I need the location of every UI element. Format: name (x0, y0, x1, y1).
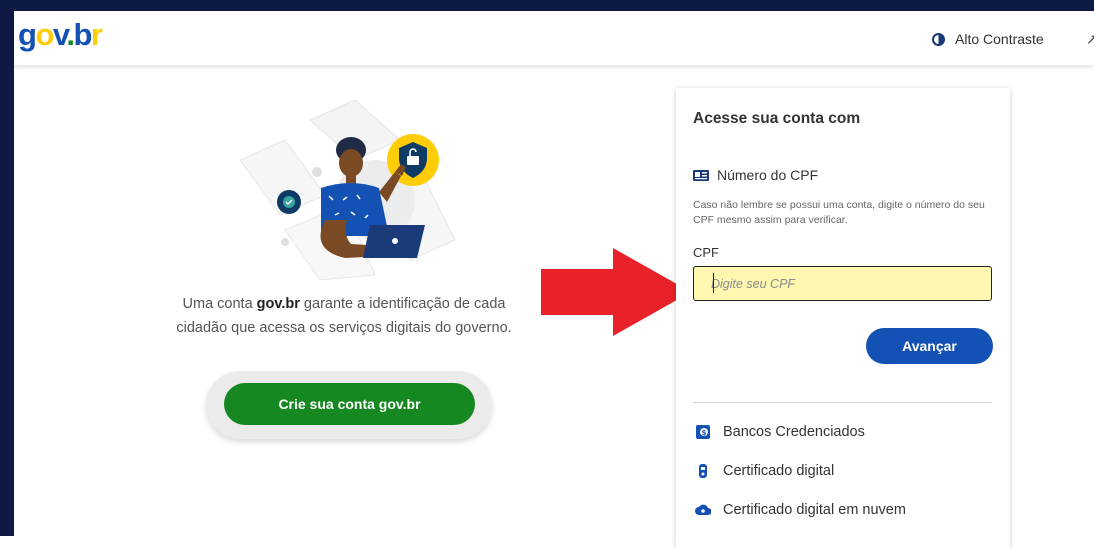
svg-text:$: $ (702, 429, 707, 437)
id-card-icon (693, 169, 709, 181)
contrast-icon (932, 32, 945, 46)
intro-text: Uma conta gov.br garante a identificação… (166, 292, 522, 340)
intro-brand: gov.br (256, 296, 300, 312)
usb-token-icon (695, 463, 711, 479)
cpf-option-label: Número do CPF (717, 167, 819, 183)
screen-border-left (0, 0, 14, 536)
bank-login-option[interactable]: $ Bancos Credenciados (695, 424, 865, 440)
govbr-logo[interactable]: gov.br (18, 19, 103, 50)
top-header: gov.br Alto Contraste ↗ (14, 11, 1094, 65)
login-panel: Acesse sua conta com Número do CPF Caso … (676, 88, 1010, 548)
panel-divider (693, 402, 992, 403)
cloud-certificate-option[interactable]: Certificado digital em nuvem (695, 502, 906, 518)
high-contrast-toggle[interactable]: Alto Contraste (932, 31, 1044, 47)
annotation-arrow-icon (541, 248, 691, 336)
cpf-field-label: CPF (693, 245, 719, 260)
cloud-certificate-label: Certificado digital em nuvem (723, 502, 906, 518)
digital-certificate-option[interactable]: Certificado digital (695, 463, 834, 479)
create-account-button[interactable]: Crie sua conta gov.br (224, 383, 475, 425)
intro-prefix: Uma conta (182, 296, 257, 312)
bank-option-label: Bancos Credenciados (723, 424, 865, 440)
digital-certificate-label: Certificado digital (723, 463, 835, 479)
text-cursor (713, 273, 714, 293)
cpf-input[interactable] (693, 266, 992, 301)
accessibility-icon[interactable]: ↗ (1086, 31, 1094, 48)
person-laptop-security-illustration (239, 100, 456, 280)
screen-border-top (0, 0, 1094, 11)
bank-icon: $ (695, 424, 711, 440)
high-contrast-label: Alto Contraste (955, 31, 1044, 47)
next-button[interactable]: Avançar (866, 328, 993, 364)
panel-title: Acesse sua conta com (693, 110, 861, 127)
cpf-login-option[interactable]: Número do CPF (693, 167, 818, 183)
cpf-help-text: Caso não lembre se possui uma conta, dig… (693, 199, 985, 226)
cloud-icon (695, 502, 711, 518)
